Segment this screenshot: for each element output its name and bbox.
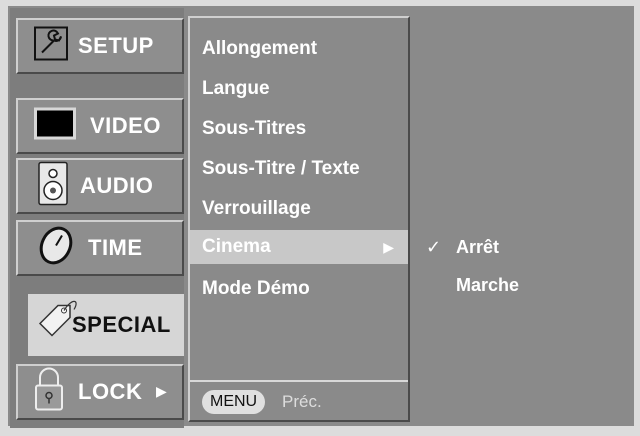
category-label: TIME <box>88 235 143 260</box>
check-icon: ✓ <box>426 237 442 257</box>
category-time[interactable]: TIME <box>16 220 184 276</box>
menu-item-mode-demo[interactable]: Mode Démo <box>202 272 310 306</box>
cinema-submenu: ✓ Arrêt Marche <box>412 16 634 426</box>
category-label: LOCK <box>78 379 143 404</box>
menu-divider <box>190 380 408 382</box>
menu-item-verrouillage[interactable]: Verrouillage <box>202 192 311 226</box>
menu-button[interactable]: MENU <box>202 390 266 414</box>
category-label: AUDIO <box>80 173 154 198</box>
padlock-icon <box>34 367 64 417</box>
category-special[interactable]: SPECIAL <box>28 294 184 356</box>
clock-icon <box>36 226 76 271</box>
menu-item-sous-titres[interactable]: Sous-Titres <box>202 112 306 146</box>
menu-item-sous-titre-texte[interactable]: Sous-Titre / Texte <box>202 152 360 186</box>
category-label: VIDEO <box>90 113 161 138</box>
category-label: SPECIAL <box>72 312 171 337</box>
option-label: Marche <box>456 275 520 295</box>
wrench-icon <box>34 26 68 66</box>
option-marche[interactable]: Marche <box>456 270 519 300</box>
special-menu: Allongement Langue Sous-Titres Sous-Titr… <box>188 16 410 422</box>
menu-item-allongement[interactable]: Allongement <box>202 32 317 66</box>
category-setup[interactable]: SETUP <box>16 18 184 74</box>
option-label: Arrêt <box>456 237 500 257</box>
category-video[interactable]: VIDEO <box>16 98 184 154</box>
category-label: SETUP <box>78 33 154 58</box>
monitor-icon <box>34 107 76 145</box>
menu-item-label: Cinema <box>202 236 271 257</box>
category-column: SETUP VIDEO AUDIO TIME SPECIAL LOCK ▶ <box>10 8 184 428</box>
menu-item-langue[interactable]: Langue <box>202 72 270 106</box>
menu-item-cinema[interactable]: Cinema ▶ <box>190 230 408 264</box>
category-lock[interactable]: LOCK ▶ <box>16 364 184 420</box>
submenu-arrow-icon: ▶ <box>383 239 394 255</box>
speaker-icon <box>38 161 68 211</box>
previous-label: Préc. <box>282 392 322 411</box>
tv-osd-screen: SETUP VIDEO AUDIO TIME SPECIAL LOCK ▶ Al… <box>0 0 640 436</box>
option-arret[interactable]: ✓ Arrêt <box>426 232 500 262</box>
lock-arrow-icon: ▶ <box>156 383 167 399</box>
category-audio[interactable]: AUDIO <box>16 158 184 214</box>
